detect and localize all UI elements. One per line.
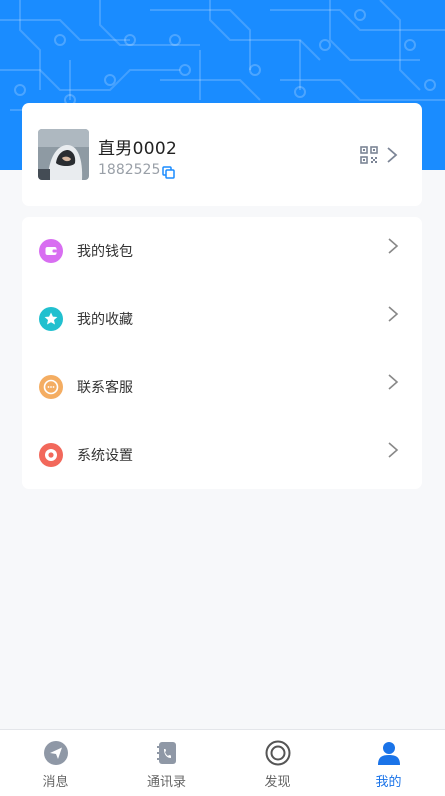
- tab-label: 我的: [375, 775, 402, 790]
- menu-item-wallet[interactable]: 我的钱包: [22, 217, 422, 285]
- menu-item-label: 我的钱包: [77, 244, 133, 260]
- tab-label: 通讯录: [146, 775, 186, 790]
- discover-icon: [265, 740, 291, 766]
- tab-contacts[interactable]: 通讯录: [111, 730, 222, 796]
- tab-label: 消息: [42, 775, 69, 790]
- menu-item-label: 我的收藏: [77, 312, 133, 328]
- tab-discover[interactable]: 发现: [222, 730, 333, 796]
- chevron-right-icon: [388, 238, 399, 254]
- contacts-icon: [157, 742, 176, 764]
- user-id: 1882525: [98, 162, 161, 178]
- bottom-tab-bar: 消息 通讯录 发现 我的: [0, 729, 445, 796]
- username: 直男0002: [98, 139, 178, 159]
- settings-icon: [39, 443, 63, 467]
- tab-label: 发现: [264, 775, 291, 790]
- tab-me[interactable]: 我的: [333, 730, 444, 796]
- chevron-right-icon: [388, 306, 399, 322]
- chevron-right-icon: [388, 442, 399, 458]
- menu-item-settings[interactable]: 系统设置: [22, 421, 422, 489]
- avatar[interactable]: [38, 129, 89, 180]
- menu-item-label: 联系客服: [77, 380, 133, 396]
- wallet-icon: [39, 239, 63, 263]
- chat-icon: [39, 375, 63, 399]
- profile-icon: [378, 742, 400, 765]
- qr-code-icon[interactable]: [360, 146, 378, 164]
- profile-card[interactable]: 直男0002 1882525: [22, 103, 422, 206]
- menu-item-label: 系统设置: [77, 448, 133, 464]
- menu-item-favorites[interactable]: 我的收藏: [22, 285, 422, 353]
- menu-item-customer-service[interactable]: 联系客服: [22, 353, 422, 421]
- menu-list: 我的钱包 我的收藏 联系客服 系统设置: [22, 217, 422, 489]
- message-icon: [44, 741, 68, 765]
- copy-icon[interactable]: [162, 166, 175, 179]
- chevron-right-icon[interactable]: [386, 146, 398, 164]
- star-icon: [39, 307, 63, 331]
- chevron-right-icon: [388, 374, 399, 390]
- tab-messages[interactable]: 消息: [0, 730, 111, 796]
